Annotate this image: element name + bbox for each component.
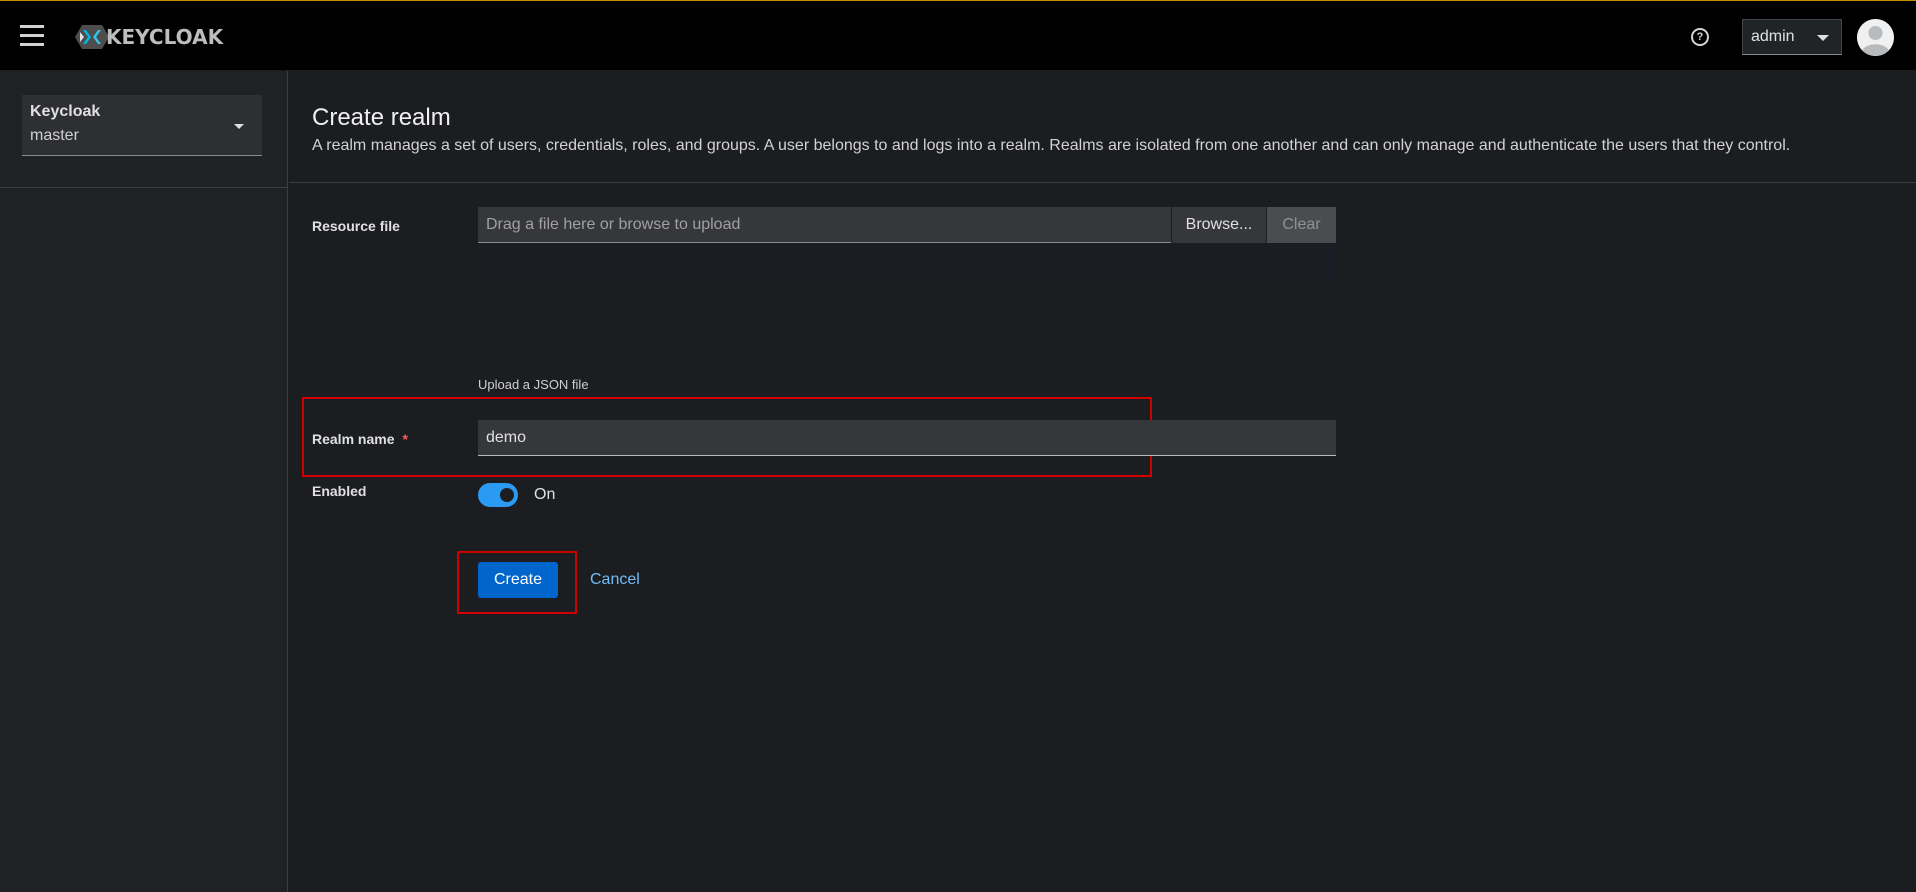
- sidebar: Keycloak master: [0, 71, 288, 892]
- toggle-knob: [500, 488, 514, 502]
- file-upload-textarea[interactable]: [478, 243, 1336, 281]
- masthead: KEYCLOAK ? admin: [0, 0, 1916, 70]
- realm-selector-title: Keycloak: [30, 103, 101, 120]
- caret-down-icon: [1817, 35, 1829, 41]
- cancel-button[interactable]: Cancel: [590, 571, 640, 589]
- realm-name-label: Realm name *: [312, 431, 408, 447]
- divider: [289, 182, 1916, 183]
- caret-down-icon: [234, 124, 244, 129]
- brand-logo[interactable]: KEYCLOAK: [74, 23, 223, 51]
- realm-name-label-text: Realm name: [312, 431, 395, 447]
- enabled-toggle[interactable]: [478, 483, 518, 507]
- realm-selector[interactable]: Keycloak master: [22, 95, 262, 156]
- resource-file-helper-text: Upload a JSON file: [478, 377, 589, 392]
- realm-selector-value: master: [30, 127, 79, 144]
- clear-button[interactable]: Clear: [1266, 207, 1336, 243]
- browse-button[interactable]: Browse...: [1171, 207, 1266, 243]
- keycloak-logo-icon: [75, 25, 109, 49]
- brand-name: KEYCLOAK: [106, 25, 224, 49]
- user-avatar-icon[interactable]: [1857, 19, 1894, 56]
- enabled-label: Enabled: [312, 483, 367, 499]
- resource-file-label: Resource file: [312, 218, 400, 234]
- hamburger-icon[interactable]: [20, 25, 46, 47]
- help-icon[interactable]: ?: [1691, 28, 1709, 46]
- page-description: A realm manages a set of users, credenti…: [312, 137, 1791, 154]
- user-name: admin: [1751, 28, 1795, 45]
- file-upload-input[interactable]: Drag a file here or browse to upload: [478, 207, 1171, 243]
- create-button[interactable]: Create: [478, 562, 558, 598]
- user-dropdown[interactable]: admin: [1742, 19, 1842, 55]
- main-content: Create realm A realm manages a set of us…: [289, 71, 1916, 892]
- file-upload: Drag a file here or browse to upload Bro…: [478, 207, 1336, 281]
- page-title: Create realm: [312, 104, 451, 131]
- divider: [0, 187, 288, 188]
- required-mark: *: [402, 431, 408, 447]
- realm-name-input[interactable]: demo: [478, 420, 1336, 456]
- enabled-toggle-state: On: [534, 486, 556, 503]
